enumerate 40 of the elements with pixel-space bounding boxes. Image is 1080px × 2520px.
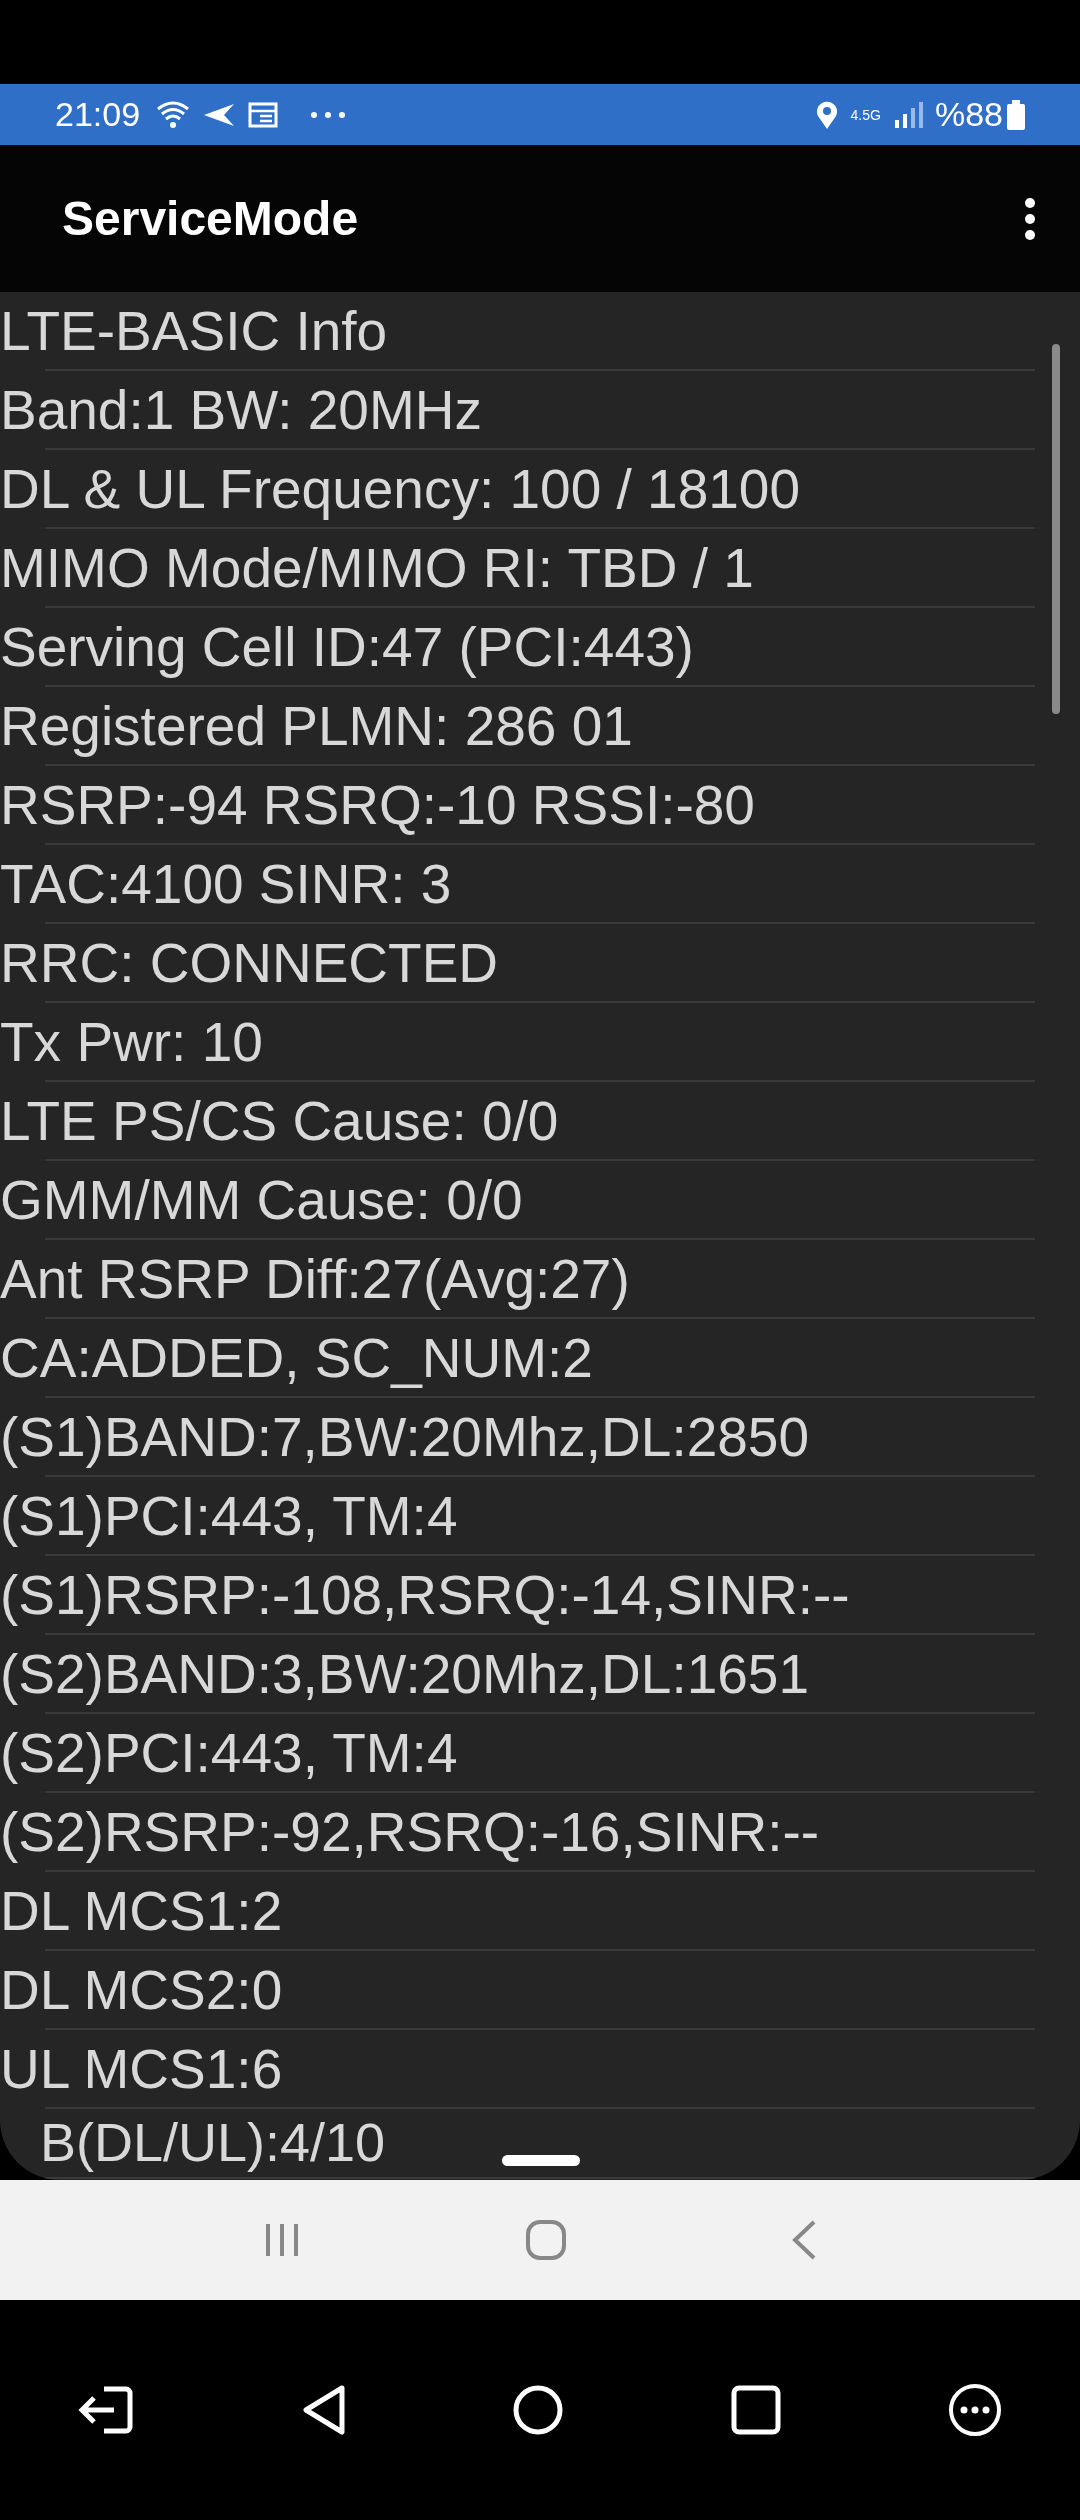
- location-icon: [814, 99, 839, 130]
- info-line: RRC: CONNECTED: [0, 931, 500, 996]
- info-line: (S1)BAND:7,BW:20Mhz,DL:2850: [0, 1405, 811, 1470]
- back-icon[interactable]: [301, 2385, 346, 2435]
- info-line: CA:ADDED, SC_NUM:2: [0, 1326, 594, 1391]
- signal-icon: [892, 101, 923, 128]
- info-line: Ant RSRP Diff:27(Avg:27): [0, 1247, 631, 1312]
- info-line: DL & UL Frequency: 100 / 18100: [0, 457, 802, 522]
- info-line: LTE-BASIC Info: [0, 299, 389, 364]
- info-line: Serving Cell ID:47 (PCI:443): [0, 615, 695, 680]
- info-line: GMM/MM Cause: 0/0: [0, 1168, 524, 1233]
- send-icon: [202, 101, 237, 128]
- info-line: RSRP:-94 RSRQ:-10 RSSI:-80: [0, 773, 756, 838]
- info-line: B(DL/UL):4/10: [40, 2111, 386, 2174]
- info-line: Registered PLMN: 286 01: [0, 694, 634, 759]
- info-line: (S2)BAND:3,BW:20Mhz,DL:1651: [0, 1642, 811, 1707]
- network-type: 4.5G: [850, 107, 881, 122]
- info-line: (S1)PCI:443, TM:4: [0, 1484, 459, 1549]
- info-line: LTE PS/CS Cause: 0/0: [0, 1089, 560, 1154]
- info-line: TAC:4100 SINR: 3: [0, 852, 453, 917]
- info-line: UL MCS1:6: [0, 2037, 284, 2102]
- more-icon: [310, 110, 347, 119]
- info-line: (S2)RSRP:-92,RSRQ:-16,SINR:--: [0, 1800, 821, 1865]
- clock-time: 21:09: [55, 94, 141, 135]
- info-line: MIMO Mode/MIMO RI: TBD / 1: [0, 536, 755, 601]
- app-title: ServiceMode: [62, 190, 360, 247]
- calendar-icon: [248, 101, 279, 128]
- battery-icon: [1007, 99, 1025, 130]
- info-line: (S1)RSRP:-108,RSRQ:-14,SINR:--: [0, 1563, 851, 1628]
- wifi-icon: [156, 99, 191, 130]
- battery-level: %88: [934, 94, 1003, 135]
- info-line: DL MCS1:2: [0, 1879, 284, 1944]
- recent-apps-icon[interactable]: [730, 2385, 781, 2435]
- info-line: Tx Pwr: 10: [0, 1010, 264, 1075]
- more-icon[interactable]: [948, 2383, 1002, 2437]
- exit-icon[interactable]: [78, 2386, 134, 2434]
- info-line: Band:1 BW: 20MHz: [0, 378, 483, 443]
- info-line: DL MCS2:0: [0, 1958, 284, 2023]
- overflow-menu-icon[interactable]: [1024, 196, 1036, 241]
- info-line: (S2)PCI:443, TM:4: [0, 1721, 459, 1786]
